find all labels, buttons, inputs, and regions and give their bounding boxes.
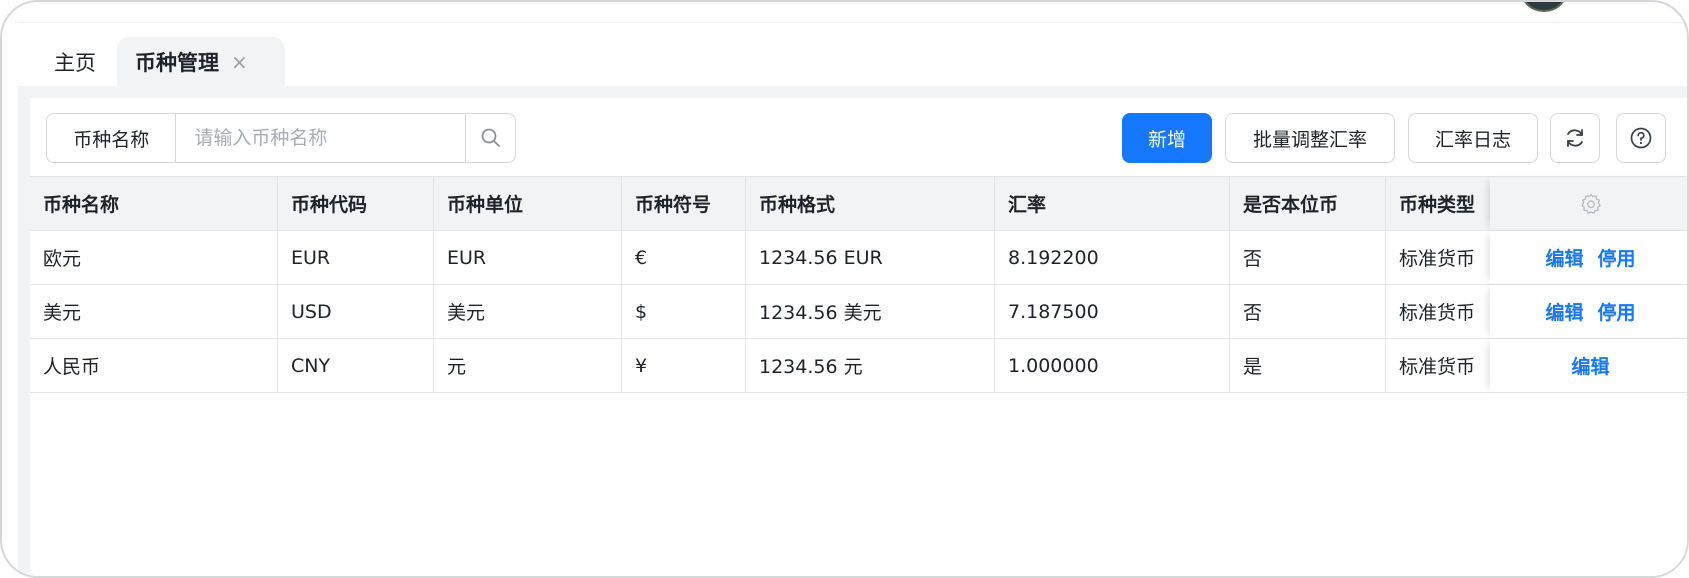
column-header[interactable]: 汇率 (995, 177, 1230, 230)
cell-code: CNY (278, 339, 434, 392)
close-icon[interactable]: × (231, 50, 248, 74)
tab-bar: 主页 币种管理 × (18, 22, 1687, 87)
search-group: 币种名称 (46, 113, 516, 163)
table-row[interactable]: 人民币 CNY 元 ¥ 1234.56 元 1.000000 是 标准货币 编辑 (30, 339, 1687, 393)
cell-name: 人民币 (30, 339, 278, 392)
cell-type: 标准货币 (1399, 248, 1476, 270)
tab-currency-management[interactable]: 币种管理 × (117, 37, 285, 87)
tab-home-label: 主页 (54, 51, 96, 75)
cell-rate: 1.000000 (995, 339, 1230, 392)
table-row[interactable]: 美元 USD 美元 $ 1234.56 美元 7.187500 否 标准货币 编… (30, 285, 1687, 339)
refresh-button[interactable] (1550, 113, 1600, 163)
cell-name: 欧元 (30, 231, 278, 284)
cell-actions: 编辑 停用 (1490, 231, 1687, 284)
cell-symbol: $ (622, 285, 746, 338)
content-area: 币种名称 新增 批量调整汇率 汇率日志 (18, 86, 1687, 576)
column-header[interactable]: 币种格式 (746, 177, 995, 230)
cell-is-base: 否 (1230, 231, 1386, 284)
gear-icon (1580, 193, 1601, 214)
cell-rate: 8.192200 (995, 231, 1230, 284)
cell-is-base: 是 (1230, 339, 1386, 392)
edit-link[interactable]: 编辑 (1545, 244, 1583, 271)
column-settings[interactable] (1490, 177, 1687, 230)
tab-home[interactable]: 主页 (54, 37, 96, 87)
cell-type: 标准货币 (1399, 302, 1476, 324)
rate-log-button[interactable]: 汇率日志 (1408, 113, 1538, 163)
currency-table: 币种名称 币种代码 币种单位 币种符号 币种格式 汇率 是否本位币 币种类型 欧… (30, 176, 1687, 393)
column-header[interactable]: 币种代码 (278, 177, 434, 230)
cell-rate: 7.187500 (995, 285, 1230, 338)
cell-actions: 编辑 停用 (1490, 285, 1687, 338)
cell-unit: 元 (434, 339, 622, 392)
table-header-row: 币种名称 币种代码 币种单位 币种符号 币种格式 汇率 是否本位币 币种类型 (30, 176, 1687, 231)
cell-format: 1234.56 元 (746, 339, 995, 392)
cell-format: 1234.56 美元 (746, 285, 995, 338)
column-header[interactable]: 币种符号 (622, 177, 746, 230)
add-button[interactable]: 新增 (1122, 113, 1212, 163)
cell-symbol: € (622, 231, 746, 284)
help-icon (1630, 127, 1652, 149)
main-panel: 币种名称 新增 批量调整汇率 汇率日志 (30, 98, 1687, 576)
cell-symbol: ¥ (622, 339, 746, 392)
edit-link[interactable]: 编辑 (1571, 352, 1609, 379)
cell-type: 标准货币 (1399, 356, 1476, 378)
cell-unit: EUR (434, 231, 622, 284)
refresh-icon (1567, 129, 1583, 147)
edit-link[interactable]: 编辑 (1545, 298, 1583, 325)
cell-format: 1234.56 EUR (746, 231, 995, 284)
column-header[interactable]: 币种类型 (1386, 177, 1490, 230)
app-window: 主页 币种管理 × 币种名称 新增 批量调整汇率 汇率日志 (0, 0, 1689, 578)
search-input[interactable] (176, 114, 466, 162)
cell-unit: 美元 (434, 285, 622, 338)
column-header[interactable]: 币种名称 (30, 177, 278, 230)
cell-code: EUR (278, 231, 434, 284)
table-row[interactable]: 欧元 EUR EUR € 1234.56 EUR 8.192200 否 标准货币… (30, 231, 1687, 285)
disable-link[interactable]: 停用 (1598, 244, 1636, 271)
help-button[interactable] (1616, 113, 1666, 163)
search-field-label[interactable]: 币种名称 (47, 114, 177, 162)
search-button[interactable] (465, 114, 515, 162)
avatar[interactable] (1522, 2, 1566, 12)
search-icon (481, 128, 500, 147)
column-header[interactable]: 是否本位币 (1230, 177, 1386, 230)
cell-code: USD (278, 285, 434, 338)
cell-actions: 编辑 (1490, 339, 1687, 392)
cell-name: 美元 (30, 285, 278, 338)
column-header[interactable]: 币种单位 (434, 177, 622, 230)
disable-link[interactable]: 停用 (1598, 298, 1636, 325)
cell-is-base: 否 (1230, 285, 1386, 338)
batch-adjust-rate-button[interactable]: 批量调整汇率 (1225, 113, 1395, 163)
tab-currency-label: 币种管理 (135, 51, 219, 75)
